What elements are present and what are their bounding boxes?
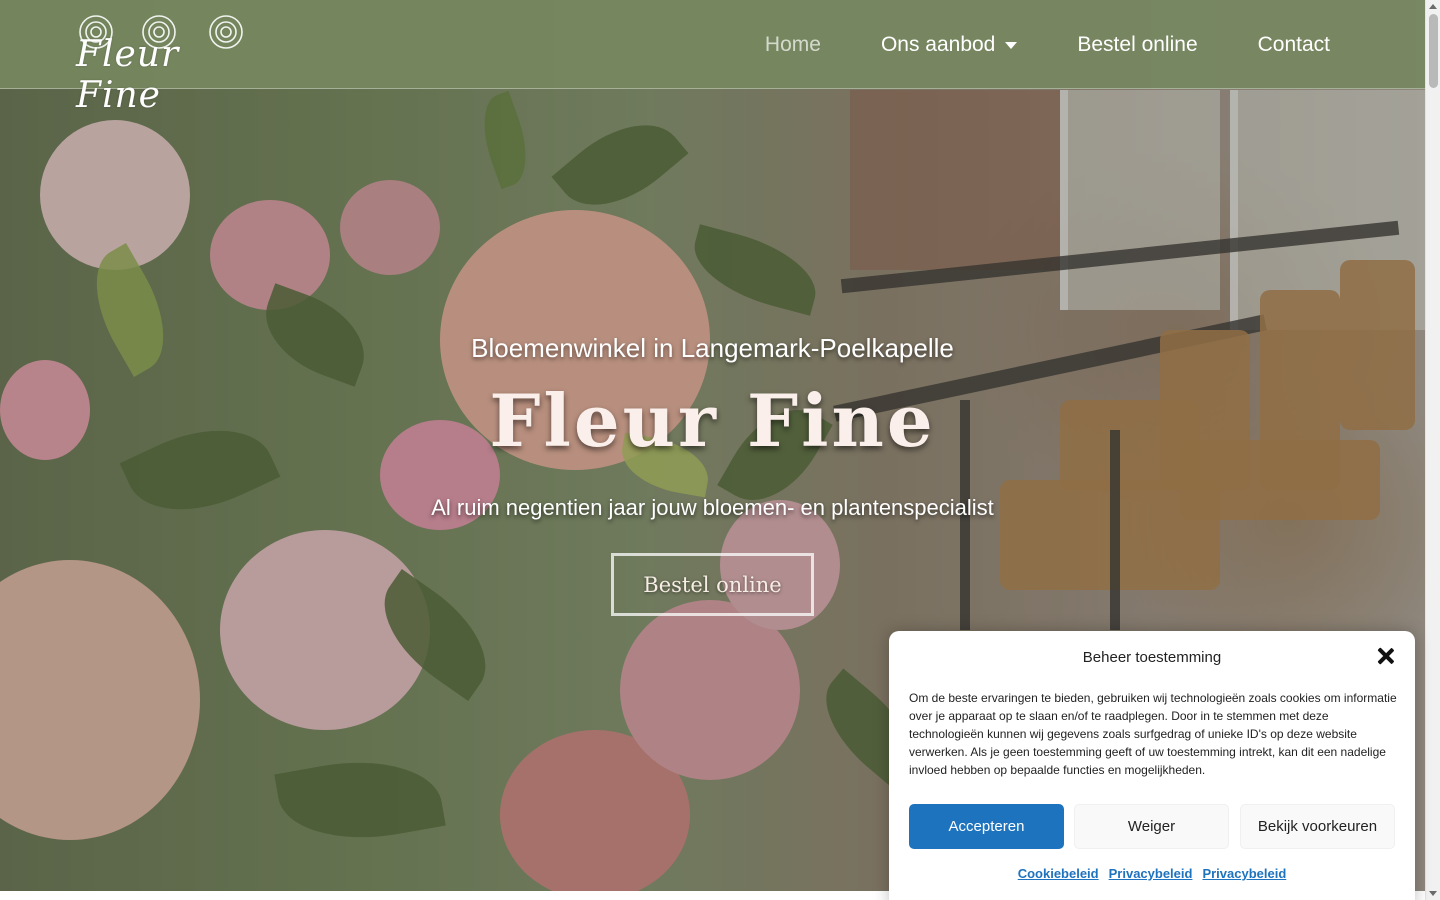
site-header: Fleur Fine Home Ons aanbod Bestel online… [0,0,1425,116]
nav-ons-aanbod[interactable]: Ons aanbod [880,32,1018,57]
site-logo[interactable]: Fleur Fine [66,12,256,116]
accept-cookies-button[interactable]: Accepteren [909,804,1064,849]
close-icon[interactable] [1377,647,1395,665]
scroll-down-icon[interactable] [1429,891,1437,896]
nav-home[interactable]: Home [765,33,821,57]
hero-subtitle: Bloemenwinkel in Langemark-Poelkapelle [471,333,954,363]
nav-bestel-online-label: Bestel online [1077,32,1198,56]
cookie-policy-link[interactable]: Cookiebeleid [1018,866,1099,881]
page-scrollbar[interactable] [1425,0,1440,900]
logo-text: Fleur Fine [76,34,180,116]
hero-tagline: Al ruim negentien jaar jouw bloemen- en … [431,495,994,520]
cookie-dialog-text: Om de beste ervaringen te bieden, gebrui… [909,691,1397,777]
scroll-up-icon[interactable] [1429,4,1437,9]
cookie-dialog-title: Beheer toestemming [1082,649,1222,666]
nav-ons-aanbod-label: Ons aanbod [880,32,996,56]
order-online-button[interactable]: Bestel online [611,553,814,616]
nav-bestel-online[interactable]: Bestel online [1077,33,1197,57]
cookie-consent-dialog: Beheer toestemming Om de beste ervaringe… [889,631,1415,900]
view-preferences-button[interactable]: Bekijk voorkeuren [1240,804,1395,849]
main-navigation: Home Ons aanbod Bestel online Contact [765,0,1330,89]
privacy-policy-link-2[interactable]: Privacybeleid [1202,866,1286,881]
hero-title: Fleur Fine [489,378,936,463]
nav-home-label: Home [764,32,821,56]
nav-contact[interactable]: Contact [1258,33,1330,57]
scrollbar-thumb[interactable] [1429,14,1438,88]
chevron-down-icon[interactable] [1005,42,1018,49]
nav-contact-label: Contact [1257,32,1330,56]
privacy-policy-link[interactable]: Privacybeleid [1109,866,1193,881]
deny-cookies-button[interactable]: Weiger [1074,804,1229,849]
cookie-policy-links: Cookiebeleid Privacybeleid Privacybeleid [889,866,1415,881]
